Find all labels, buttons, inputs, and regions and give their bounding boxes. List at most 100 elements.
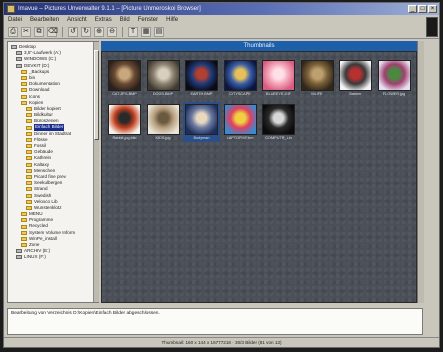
thumbnail-caption: FLOWER.jpg: [382, 92, 406, 96]
close-button[interactable]: ×: [428, 5, 437, 13]
thumbnail-caption: EARTH.BMP: [190, 92, 213, 96]
folder-icon: [26, 156, 32, 161]
toolbar-separator: [122, 26, 123, 37]
delete-icon[interactable]: ⌫: [47, 26, 58, 37]
thumbnail[interactable]: Banner: [337, 58, 374, 98]
thumbnail[interactable]: FLOWER.jpg: [376, 58, 413, 98]
folder-icon: [26, 187, 32, 192]
title-bar[interactable]: Imavue – Pictures Unverwalter 9.1.1 – [P…: [4, 3, 439, 15]
menu-bar: Datei Bearbeiten Ansicht Extras Bild Fen…: [4, 15, 439, 25]
thumbnail[interactable]: DOGS.BMP: [145, 58, 182, 98]
app-window: Imavue – Pictures Unverwalter 9.1.1 – [P…: [3, 2, 440, 348]
window-title: Imavue – Pictures Unverwalter 9.1.1 – [P…: [18, 6, 201, 12]
print-icon[interactable]: ⎙: [8, 26, 18, 37]
drive-icon: [16, 57, 22, 62]
thumbnail-caption: BLUEEYE.GIF: [266, 92, 291, 96]
status-bar: Thumbnail: 160 x 144 x 16777216 · 30/3 B…: [4, 337, 439, 347]
thumbnail-image: [377, 60, 411, 91]
folder-icon: [21, 82, 27, 87]
thumbnail-image: [146, 60, 180, 91]
maximize-button[interactable]: □: [418, 5, 427, 13]
log-panel: Bearbeitung von Verzeichnis D:\Kopien\Ei…: [7, 308, 423, 335]
menu-fenster[interactable]: Fenster: [138, 15, 158, 25]
tree-scrollbar[interactable]: [93, 42, 99, 302]
thumbnail-panel[interactable]: CAT.JPG.BMP DOGS.BMP EARTH.BMP CITYSCAPE BLU…: [101, 51, 417, 303]
folder-icon: [26, 193, 32, 198]
drive-icon: [16, 249, 22, 254]
drive-icon: [16, 63, 22, 68]
rotate-right-icon[interactable]: ↻: [81, 26, 91, 37]
thumbnail[interactable]: CAT.JPG.BMP: [106, 58, 143, 98]
thumbnail-caption: KIDS.jpg: [155, 136, 171, 140]
folder-icon: [26, 119, 32, 124]
thumbnail[interactable]: LAPTOPIXF.bm: [222, 102, 259, 142]
thumbnail[interactable]: Rabbit.jpg.bild: [106, 102, 143, 142]
folder-icon: [21, 76, 27, 81]
thumbnail-image: [146, 104, 180, 135]
zoom-in-icon[interactable]: ⊕: [94, 26, 104, 37]
folder-tree[interactable]: Desktop 3,5"-Laufwerk (A:) WINDOWS (C:) DEV…: [7, 41, 99, 303]
thumbnail[interactable]: MLIFE: [299, 58, 336, 98]
folder-icon: [26, 113, 32, 118]
thumbnail-caption: CAT.JPG.BMP: [112, 92, 137, 96]
panel-title: Thumbnails: [101, 41, 417, 51]
folder-icon: [21, 224, 27, 229]
thumbnail-image: [185, 104, 218, 135]
rotate-left-icon[interactable]: ↺: [68, 26, 78, 37]
cut-icon[interactable]: ✂: [21, 26, 31, 37]
thumbnail-caption: MLIFE: [311, 92, 323, 96]
folder-icon: [21, 230, 27, 235]
folder-icon: [26, 131, 32, 136]
thumbnail[interactable]: KIDS.jpg: [145, 102, 182, 142]
thumbnail-image: [300, 60, 334, 91]
tree-item[interactable]: LINUX (F:): [9, 254, 97, 260]
tree-scrollbar-thumb[interactable]: [94, 50, 99, 140]
thumbnail-image: [108, 60, 141, 91]
thumbnail[interactable]: CITYSCAPE: [222, 58, 259, 98]
thumbnail-image: [339, 60, 372, 91]
menu-datei[interactable]: Datei: [8, 15, 22, 25]
menu-bearbeiten[interactable]: Bearbeiten: [30, 15, 59, 25]
text-icon[interactable]: T: [128, 26, 138, 37]
folder-icon: [26, 137, 32, 142]
menu-extras[interactable]: Extras: [95, 15, 112, 25]
drive-icon: [11, 45, 17, 50]
menu-hilfe[interactable]: Hilfe: [166, 15, 178, 25]
folder-icon: [21, 218, 27, 223]
copy-icon[interactable]: ⧉: [34, 26, 44, 37]
thumbnail-image: [223, 104, 257, 135]
thumbnail-caption: DOGS.BMP: [152, 92, 174, 96]
folder-icon: [21, 212, 27, 217]
menu-bild[interactable]: Bild: [120, 15, 130, 25]
folder-icon: [26, 181, 32, 186]
folder-icon: [26, 106, 32, 111]
thumbnail[interactable]: Bodyman: [183, 102, 220, 142]
drive-icon: [16, 51, 22, 56]
folder-icon: [21, 88, 27, 93]
thumbnail[interactable]: EARTH.BMP: [183, 58, 220, 98]
thumbnail-image: [185, 60, 218, 91]
drive-icon: [16, 255, 22, 260]
thumbnail[interactable]: COMPUTR_Lin: [260, 102, 297, 142]
folder-icon: [26, 125, 32, 130]
folder-icon: [21, 100, 27, 105]
folder-icon: [26, 168, 32, 173]
folder-icon: [26, 205, 32, 210]
folder-icon: [26, 199, 32, 204]
toolbar-separator: [62, 26, 63, 37]
window-controls: _ □ ×: [408, 5, 437, 13]
tree-item-label: LINUX (F:): [24, 254, 46, 260]
thumbnail-image: [108, 104, 141, 135]
thumbnail-caption: COMPUTR_Lin: [265, 136, 292, 140]
folder-icon: [26, 144, 32, 149]
folder-icon: [21, 243, 27, 248]
zoom-out-icon[interactable]: ⊖: [107, 26, 117, 37]
minimize-button[interactable]: _: [408, 5, 417, 13]
folder-icon: [26, 162, 32, 167]
grid-view-icon[interactable]: ▦: [141, 26, 151, 37]
folder-icon: [21, 69, 27, 74]
menu-ansicht[interactable]: Ansicht: [67, 15, 87, 25]
folder-icon: [21, 236, 27, 241]
list-view-icon[interactable]: ▤: [154, 26, 164, 37]
thumbnail[interactable]: BLUEEYE.GIF: [260, 58, 297, 98]
